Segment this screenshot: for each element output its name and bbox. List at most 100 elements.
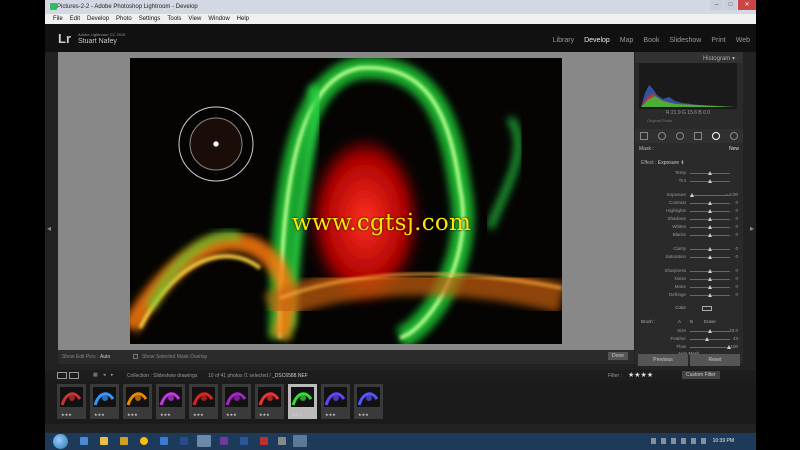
brush-slider-value[interactable]: 100 [730, 344, 738, 349]
menu-photo[interactable]: Photo [116, 16, 132, 22]
adjust-slider-knob[interactable] [708, 285, 712, 289]
adjust-slider-row[interactable]: Defringe 0 [638, 291, 740, 299]
taskbar-word-icon[interactable] [240, 437, 248, 445]
brush-tab-a[interactable]: A [678, 319, 681, 324]
menu-develop[interactable]: Develop [87, 16, 109, 22]
brush-slider-value[interactable]: 23.0 [729, 328, 738, 333]
adjust-slider-knob[interactable] [708, 293, 712, 297]
brush-slider-value[interactable]: 43 [733, 336, 738, 341]
filmstrip-thumbnail[interactable]: ★★★ [354, 384, 383, 419]
adjust-slider-knob[interactable] [708, 233, 712, 237]
menu-help[interactable]: Help [237, 16, 249, 22]
module-book[interactable]: Book [643, 37, 659, 44]
module-develop[interactable]: Develop [584, 37, 610, 44]
brush-slider-knob[interactable] [708, 329, 712, 333]
mask-new-button[interactable]: New [729, 146, 739, 152]
brush-slider-track[interactable] [690, 339, 730, 340]
taskbar-ie-icon[interactable] [160, 437, 168, 445]
adjust-slider-value[interactable]: 0 [735, 208, 738, 213]
taskbar-lightroom-icon[interactable] [197, 435, 211, 447]
filmstrip-thumbnail[interactable]: ★★★ [57, 384, 86, 419]
start-button-icon[interactable] [53, 434, 68, 449]
taskbar-explorer-icon[interactable] [80, 437, 88, 445]
right-panel-toggle-icon[interactable]: ▸ [750, 224, 754, 233]
close-button[interactable]: ✕ [738, 0, 756, 10]
color-row[interactable]: Color [638, 305, 740, 313]
crop-tool-icon[interactable] [640, 132, 648, 140]
menu-edit[interactable]: Edit [70, 16, 80, 22]
adjust-slider-knob[interactable] [708, 179, 712, 183]
filmstrip-thumbnail[interactable]: ★★★ [189, 384, 218, 419]
adjust-slider-row[interactable]: Sharpness 0 [638, 267, 740, 275]
adjust-slider-knob[interactable] [708, 255, 712, 259]
adjust-slider-value[interactable]: – 4.00 [725, 192, 738, 197]
adjust-slider-row[interactable]: Shadows 0 [638, 215, 740, 223]
module-library[interactable]: Library [553, 37, 574, 44]
taskbar-folder-icon[interactable] [100, 437, 108, 445]
brush-slider-row[interactable]: Feather 43 [638, 335, 740, 343]
adjust-slider-value[interactable]: 0 [735, 276, 738, 281]
adjust-slider-knob[interactable] [708, 171, 712, 175]
photo-image[interactable] [130, 58, 562, 344]
adjust-slider-value[interactable]: 0 [735, 246, 738, 251]
radial-filter-icon[interactable] [712, 132, 720, 140]
adjust-slider-row[interactable]: Noise 0 [638, 275, 740, 283]
tray-icon[interactable] [681, 438, 686, 444]
done-button[interactable]: Done [608, 352, 628, 360]
tray-icon[interactable] [701, 438, 706, 444]
tray-icon[interactable] [661, 438, 666, 444]
module-map[interactable]: Map [620, 37, 634, 44]
back-arrow-icon[interactable]: ◂ [103, 372, 106, 378]
adjust-slider-row[interactable]: Tint [638, 177, 740, 185]
menu-window[interactable]: Window [208, 16, 229, 22]
adjust-slider-row[interactable]: Exposure – 4.00 [638, 191, 740, 199]
filmstrip-thumbnail[interactable]: ★★★ [90, 384, 119, 419]
menu-view[interactable]: View [188, 16, 201, 22]
adjust-slider-knob[interactable] [708, 277, 712, 281]
adjust-slider-row[interactable]: Contrast 0 [638, 199, 740, 207]
adjust-slider-value[interactable]: 0 [735, 232, 738, 237]
tray-icon[interactable] [671, 438, 676, 444]
adjust-slider-value[interactable]: 0 [735, 200, 738, 205]
color-swatch[interactable] [702, 306, 712, 311]
forward-arrow-icon[interactable]: ▸ [111, 372, 114, 378]
photo-stage[interactable] [58, 52, 634, 350]
adjust-slider-value[interactable]: 0 [735, 216, 738, 221]
grid-icon[interactable]: ▦ [93, 372, 98, 378]
brush-tab-b[interactable]: B [690, 319, 693, 324]
taskbar-clock[interactable]: 10:39 PM [713, 438, 734, 444]
menu-settings[interactable]: Settings [139, 16, 161, 22]
selected-filename[interactable]: _DSC6588.NEF [272, 373, 308, 379]
red-eye-icon[interactable] [676, 132, 684, 140]
adjust-slider-knob[interactable] [708, 247, 712, 251]
left-panel-toggle-icon[interactable]: ◂ [47, 224, 51, 233]
adjust-slider-knob[interactable] [690, 193, 694, 197]
module-slideshow[interactable]: Slideshow [669, 37, 701, 44]
adjust-slider-knob[interactable] [708, 269, 712, 273]
adjust-slider-row[interactable]: Highlights 0 [638, 207, 740, 215]
adjust-slider-knob[interactable] [708, 217, 712, 221]
show-edit-pins-select[interactable]: Auto [100, 354, 110, 360]
tray-icon[interactable] [651, 438, 656, 444]
adjust-slider-row[interactable]: Whites 0 [638, 223, 740, 231]
filter-select[interactable]: Custom Filter [682, 371, 720, 379]
maximize-button[interactable]: □ [724, 0, 737, 10]
adjust-slider-row[interactable]: Moire 0 [638, 283, 740, 291]
filmstrip-thumbnail[interactable]: ★★★ [156, 384, 185, 419]
brush-slider-track[interactable] [690, 347, 730, 348]
filmstrip-thumbnail[interactable]: ★★★ [222, 384, 251, 419]
menu-file[interactable]: File [53, 16, 63, 22]
spot-removal-icon[interactable] [658, 132, 666, 140]
brush-slider-row[interactable]: Size 23.0 [638, 327, 740, 335]
minimize-button[interactable]: – [710, 0, 723, 10]
filmstrip-thumbnail[interactable]: ★★★ [288, 384, 317, 419]
adjust-slider-value[interactable]: 0 [735, 254, 738, 259]
original-photo-label[interactable]: Original Photo [647, 118, 672, 123]
adjustment-brush-icon[interactable] [730, 132, 738, 140]
overlay-checkbox[interactable] [133, 354, 138, 359]
adjust-slider-value[interactable]: 0 [735, 292, 738, 297]
tray-icon[interactable] [691, 438, 696, 444]
taskbar-media-icon[interactable] [260, 437, 268, 445]
menu-tools[interactable]: Tools [167, 16, 181, 22]
taskbar-chrome-icon[interactable] [140, 437, 148, 445]
